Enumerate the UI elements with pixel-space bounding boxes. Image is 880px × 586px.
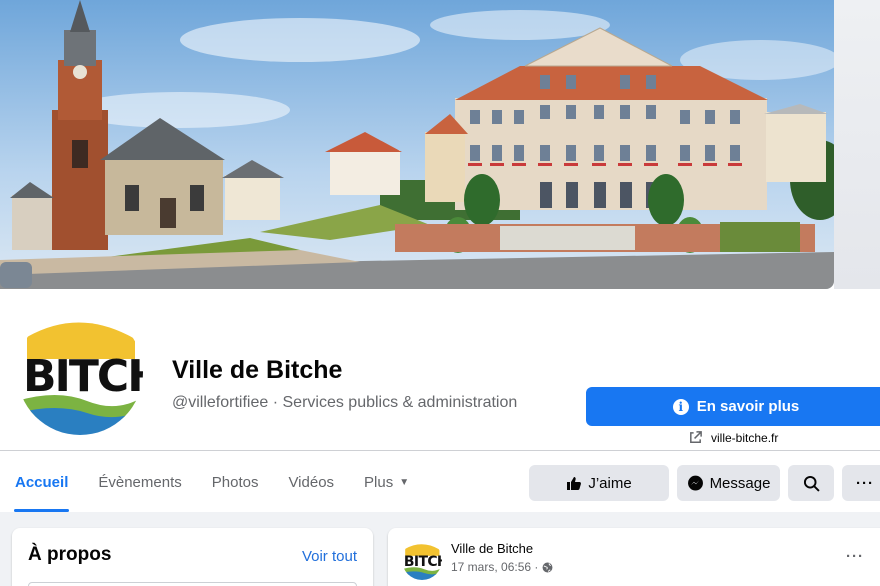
post-meta: 17 mars, 06:56 · <box>451 560 553 574</box>
search-button[interactable] <box>788 465 834 501</box>
message-label: Message <box>709 474 771 492</box>
post-options-button[interactable]: ··· <box>846 548 864 565</box>
post-author[interactable]: Ville de Bitche <box>451 541 533 556</box>
page-avatar[interactable]: BITCHE <box>14 306 146 438</box>
website-text: ville-bitche.fr <box>711 430 779 445</box>
thumbs-up-icon <box>567 477 582 490</box>
tab-accueil[interactable]: Accueil <box>0 452 83 512</box>
like-button[interactable]: J’aime <box>529 465 669 501</box>
tab-photos[interactable]: Photos <box>197 452 274 512</box>
about-title: À propos <box>28 544 112 565</box>
messenger-icon <box>687 475 703 491</box>
bitche-logo-small: BITCHE <box>402 540 442 580</box>
website-link[interactable]: ville-bitche.fr <box>688 430 778 445</box>
cover-photo-illustration <box>0 0 834 289</box>
external-link-icon <box>690 431 702 443</box>
page-subtitle: @villefortifiee · Services publics & adm… <box>172 394 518 411</box>
bitche-logo: BITCHE <box>17 309 143 435</box>
message-button[interactable]: Message <box>677 465 780 501</box>
more-icon: ··· <box>856 474 874 492</box>
post-avatar[interactable]: BITCHE <box>402 540 442 580</box>
globe-icon <box>542 562 553 572</box>
see-all-link[interactable]: Voir tout <box>302 548 357 565</box>
tab-label: Évènements <box>98 473 182 491</box>
svg-text:BITCHE: BITCHE <box>23 351 143 402</box>
more-options-button[interactable]: ··· <box>842 465 880 501</box>
learn-more-label: En savoir plus <box>696 398 800 415</box>
learn-more-button[interactable]: i En savoir plus <box>586 387 880 426</box>
tab-evenements[interactable]: Évènements <box>83 452 196 512</box>
tab-label: Accueil <box>15 473 69 491</box>
caret-down-icon: ▼ <box>399 476 410 488</box>
page-title: Ville de Bitche <box>172 356 343 384</box>
info-icon: i <box>672 398 689 415</box>
header-divider <box>0 450 880 451</box>
like-label: J’aime <box>588 474 632 492</box>
cover-photo[interactable] <box>0 0 834 289</box>
search-icon <box>803 475 820 492</box>
about-field <box>28 582 357 586</box>
post-card: BITCHE Ville de Bitche 17 mars, 06:56 · … <box>388 528 880 586</box>
tab-label: Plus <box>364 473 394 491</box>
tab-plus[interactable]: Plus ▼ <box>349 452 424 512</box>
page-tabs: Accueil Évènements Photos Vidéos Plus ▼ <box>0 452 424 512</box>
tab-label: Photos <box>211 473 259 491</box>
cover-side-area <box>834 0 880 289</box>
post-time[interactable]: 17 mars, 06:56 · <box>451 560 538 574</box>
tab-videos[interactable]: Vidéos <box>273 452 349 512</box>
about-card: À propos Voir tout <box>12 528 373 586</box>
tab-label: Vidéos <box>288 473 335 491</box>
